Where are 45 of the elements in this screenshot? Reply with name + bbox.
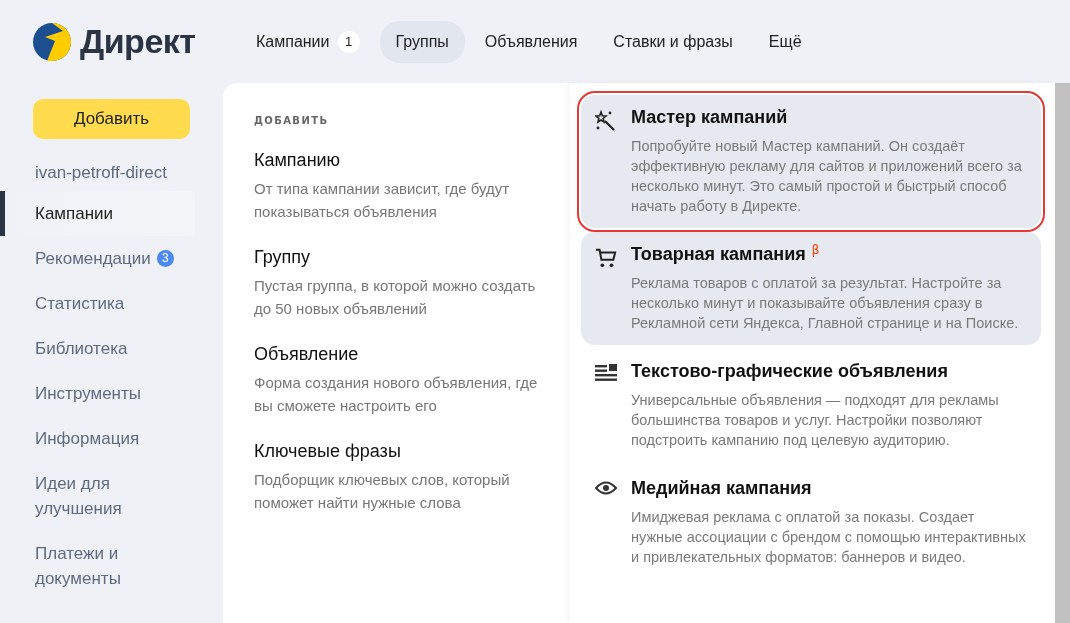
- campaign-type-title: Товарная кампания: [631, 244, 806, 265]
- nav-tab[interactable]: Кампании 1: [240, 20, 376, 63]
- menu-item-title[interactable]: Объявление: [254, 344, 570, 365]
- campaign-type-card[interactable]: Текстово-графические объявления Универсальные объявления — подходят для рекламы большинства товаров и услуг. Настройки позволяют подстроить кампанию под целевую аудиторию.: [581, 349, 1041, 462]
- count-badge: 3: [156, 250, 174, 267]
- sidebar-item[interactable]: Идеи для улучшения: [0, 461, 185, 531]
- menu-item-title[interactable]: Группу: [254, 247, 570, 268]
- magic-wand-icon: [595, 110, 617, 132]
- menu-item-title[interactable]: Кампанию: [254, 150, 570, 171]
- beta-label: β: [811, 244, 820, 256]
- campaign-type-title: Медийная кампания: [631, 478, 812, 499]
- account-name: ivan-petroff-direct: [35, 163, 168, 183]
- campaign-type-title: Мастер кампаний: [631, 107, 788, 128]
- campaign-type-description: Реклама товаров с оплатой за результат. Настройте за несколько минут и показывайте объявления сразу в Рекламной сети Яндекса, Главной странице и на Поиске.: [631, 274, 1020, 333]
- cart-icon: [595, 247, 617, 269]
- campaign-type-description: Имиджевая реклама с оплатой за показы. Создает нужные ассоциации с брендом с помощью интерактивных и привлекательных форматов: баннеров и видео.: [631, 508, 1026, 567]
- sidebar-item[interactable]: Библиотека: [0, 326, 185, 371]
- campaign-type-card[interactable]: Медийная кампания Имиджевая реклама с оплатой за показы. Создает нужные ассоциации с брендом с помощью интерактивных и привлекательных форматов: баннеров и видео.: [581, 466, 1041, 579]
- eye-icon: [595, 481, 617, 495]
- add-button[interactable]: Добавить: [33, 99, 190, 139]
- sidebar-item[interactable]: Информация: [0, 416, 185, 461]
- menu-item-description: Форма создания нового объявления, где вы сможете настроить его: [254, 373, 539, 416]
- text-lines-icon: [595, 364, 617, 382]
- menu-item-description: Пустая группа, в которой можно создать до 50 новых объявлений: [254, 276, 537, 319]
- count-badge: 1: [337, 30, 360, 53]
- sidebar-item[interactable]: Кампании: [0, 191, 195, 236]
- nav-tab[interactable]: Группы: [379, 20, 465, 63]
- sidebar-item[interactable]: Статистика: [0, 281, 185, 326]
- campaign-type-title: Текстово-графические объявления: [631, 361, 948, 382]
- menu-item-title[interactable]: Ключевые фразы: [254, 441, 570, 462]
- scrollbar[interactable]: [1055, 83, 1070, 623]
- campaign-type-description: Универсальные объявления — подходят для рекламы большинства товаров и услуг. Настройки позволяют подстроить кампанию под целевую аудиторию.: [631, 391, 1000, 450]
- nav-tab[interactable]: Ещё: [752, 20, 818, 63]
- campaign-type-description: Попробуйте новый Мастер кампаний. Он создаёт эффективную рекламу для сайтов и приложений всего за несколько минут. Это самый простой и быстрый способ начать работу в Директе.: [631, 137, 1023, 216]
- sidebar-item[interactable]: Рекомендации 3: [0, 236, 185, 281]
- nav-tab[interactable]: Объявления: [468, 20, 594, 63]
- campaign-type-card[interactable]: Товарная кампания $^{β}$ Реклама товаров с оплатой за результат. Настройте за несколько минут и показывайте объявления сразу в Рекламной сети Яндекса, Главной странице и на Поиске.: [581, 232, 1041, 345]
- sidebar-item[interactable]: Платежи и документы: [0, 531, 185, 601]
- menu-item-description: Подборщик ключевых слов, который поможет найти нужные слова: [254, 470, 511, 513]
- logo-text: Директ: [80, 22, 196, 61]
- section-heading: ДОБАВИТЬ: [254, 115, 330, 126]
- sidebar-item[interactable]: Инструменты: [0, 371, 185, 416]
- logo-icon: [33, 22, 71, 61]
- menu-item-description: От типа кампании зависит, где будут показываться объявления: [254, 179, 511, 222]
- nav-tab[interactable]: Ставки и фразы: [597, 20, 749, 63]
